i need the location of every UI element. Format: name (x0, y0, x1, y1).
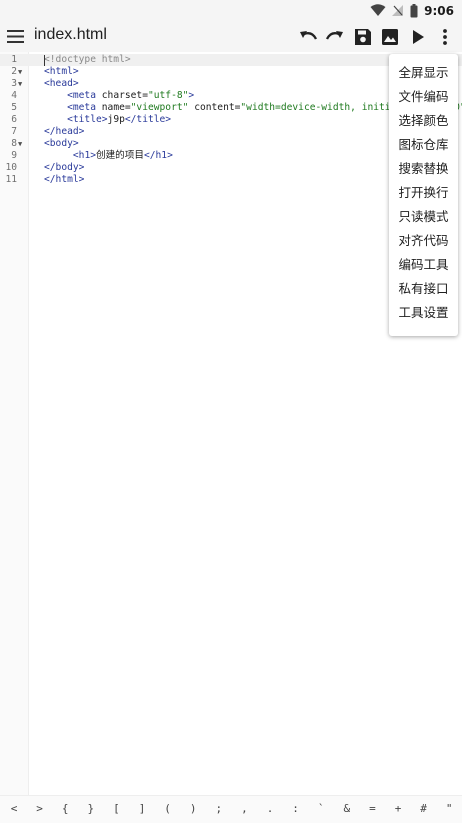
code-token: <body> (44, 138, 79, 149)
line-number: 9 (11, 150, 17, 161)
status-time: 9:06 (424, 3, 454, 18)
line-number: 1 (11, 54, 17, 65)
code-token: "viewport" (130, 102, 189, 113)
menu-item[interactable]: 只读模式 (389, 205, 458, 229)
code-token: <title> (67, 114, 108, 125)
status-icons: 9:06 (370, 2, 454, 19)
code-text: <meta charset="utf-8"> (44, 90, 194, 102)
line-number: 4 (11, 90, 17, 101)
symbol-bar: < > {} [] ();,.: ` & = + # " (0, 795, 462, 823)
code-token: </h1> (143, 150, 173, 161)
code-token: charset= (96, 90, 148, 101)
code-text: <h1>创建的项目</h1> (44, 150, 173, 162)
symbol-key[interactable]: # (415, 802, 433, 815)
code-token: </head> (44, 126, 85, 137)
signal-icon (392, 5, 404, 16)
run-icon[interactable] (408, 27, 428, 47)
symbol-key[interactable]: + (389, 802, 407, 815)
menu-item[interactable]: 图标仓库 (389, 133, 458, 157)
overflow-menu: 全屏显示 文件编码 选择颜色 图标仓库 搜索替换 打开换行 只读模式 对齐代码 编码工具 私有接口… (389, 54, 458, 336)
symbol-key[interactable]: ( (159, 802, 177, 815)
code-text: </body> (44, 162, 84, 174)
line-number: 11 (5, 174, 17, 185)
code-token: "utf-8" (147, 90, 189, 101)
fold-arrow-icon[interactable]: ▼ (18, 78, 22, 90)
menu-item[interactable]: 对齐代码 (389, 229, 458, 253)
menu-item[interactable]: 全屏显示 (389, 61, 458, 85)
menu-item[interactable]: 工具设置 (389, 301, 458, 325)
menu-item[interactable]: 选择颜色 (389, 109, 458, 133)
file-title: index.html (34, 26, 107, 43)
symbol-key[interactable]: { (56, 802, 74, 815)
code-token: j9p (107, 114, 125, 125)
code-text: <html> (44, 66, 79, 78)
symbol-key[interactable]: [ (107, 802, 125, 815)
code-token: <head> (44, 78, 79, 89)
gutter-divider (28, 52, 29, 795)
status-bar: 9:06 (0, 0, 462, 21)
more-vert-icon[interactable] (435, 27, 455, 47)
code-token: 创建的项目 (96, 150, 144, 161)
code-token: name= (96, 102, 131, 113)
line-number: 8 (11, 138, 17, 149)
menu-item[interactable]: 私有接口 (389, 277, 458, 301)
symbol-key[interactable]: , (235, 802, 253, 815)
line-number: 7 (11, 126, 17, 137)
code-text: <title>j9p</title> (44, 114, 171, 126)
toolbar: index.html (0, 21, 462, 52)
line-number: 5 (11, 102, 17, 113)
code-token: <h1> (72, 150, 96, 161)
code-text: <head> (44, 78, 79, 90)
menu-item[interactable]: 搜索替换 (389, 157, 458, 181)
code-token: </title> (124, 114, 172, 125)
fold-arrow-icon[interactable]: ▼ (18, 66, 22, 78)
symbol-key[interactable]: " (440, 802, 458, 815)
code-token: </body> (44, 162, 85, 173)
line-number: 6 (11, 114, 17, 125)
symbol-key[interactable]: ] (133, 802, 151, 815)
menu-item[interactable]: 文件编码 (389, 85, 458, 109)
code-token: </html> (44, 174, 85, 185)
undo-icon[interactable] (298, 27, 318, 47)
symbol-key[interactable]: . (261, 802, 279, 815)
line-number: 3 (11, 78, 17, 89)
battery-icon (410, 3, 418, 17)
menu-icon[interactable] (6, 28, 26, 45)
symbol-key[interactable]: ; (210, 802, 228, 815)
symbol-key[interactable]: > (31, 802, 49, 815)
code-text: <body> (44, 138, 79, 150)
symbol-key[interactable]: ` (312, 802, 330, 815)
code-text: </html> (44, 174, 84, 186)
symbol-key[interactable]: = (363, 802, 381, 815)
symbol-key[interactable]: } (82, 802, 100, 815)
save-icon[interactable] (353, 27, 373, 47)
code-token: content= (188, 102, 241, 113)
code-token: > (188, 90, 195, 101)
wifi-icon (370, 4, 386, 16)
symbol-key[interactable]: & (338, 802, 356, 815)
redo-icon[interactable] (325, 27, 345, 47)
code-token: <!doctype html> (44, 54, 131, 65)
code-text: <!doctype html> (44, 54, 131, 66)
text-cursor (44, 55, 45, 66)
symbol-key[interactable]: : (287, 802, 305, 815)
code-token: <meta (67, 102, 96, 113)
symbol-key[interactable]: ) (184, 802, 202, 815)
menu-item[interactable]: 编码工具 (389, 253, 458, 277)
code-token: <meta (67, 90, 96, 101)
symbol-key[interactable]: < (5, 802, 23, 815)
image-icon[interactable] (380, 27, 400, 47)
code-text: </head> (44, 126, 84, 138)
line-number: 10 (5, 162, 17, 173)
line-number: 2 (11, 66, 17, 77)
menu-item[interactable]: 打开换行 (389, 181, 458, 205)
code-token: <html> (44, 66, 79, 77)
fold-arrow-icon[interactable]: ▼ (18, 138, 22, 150)
